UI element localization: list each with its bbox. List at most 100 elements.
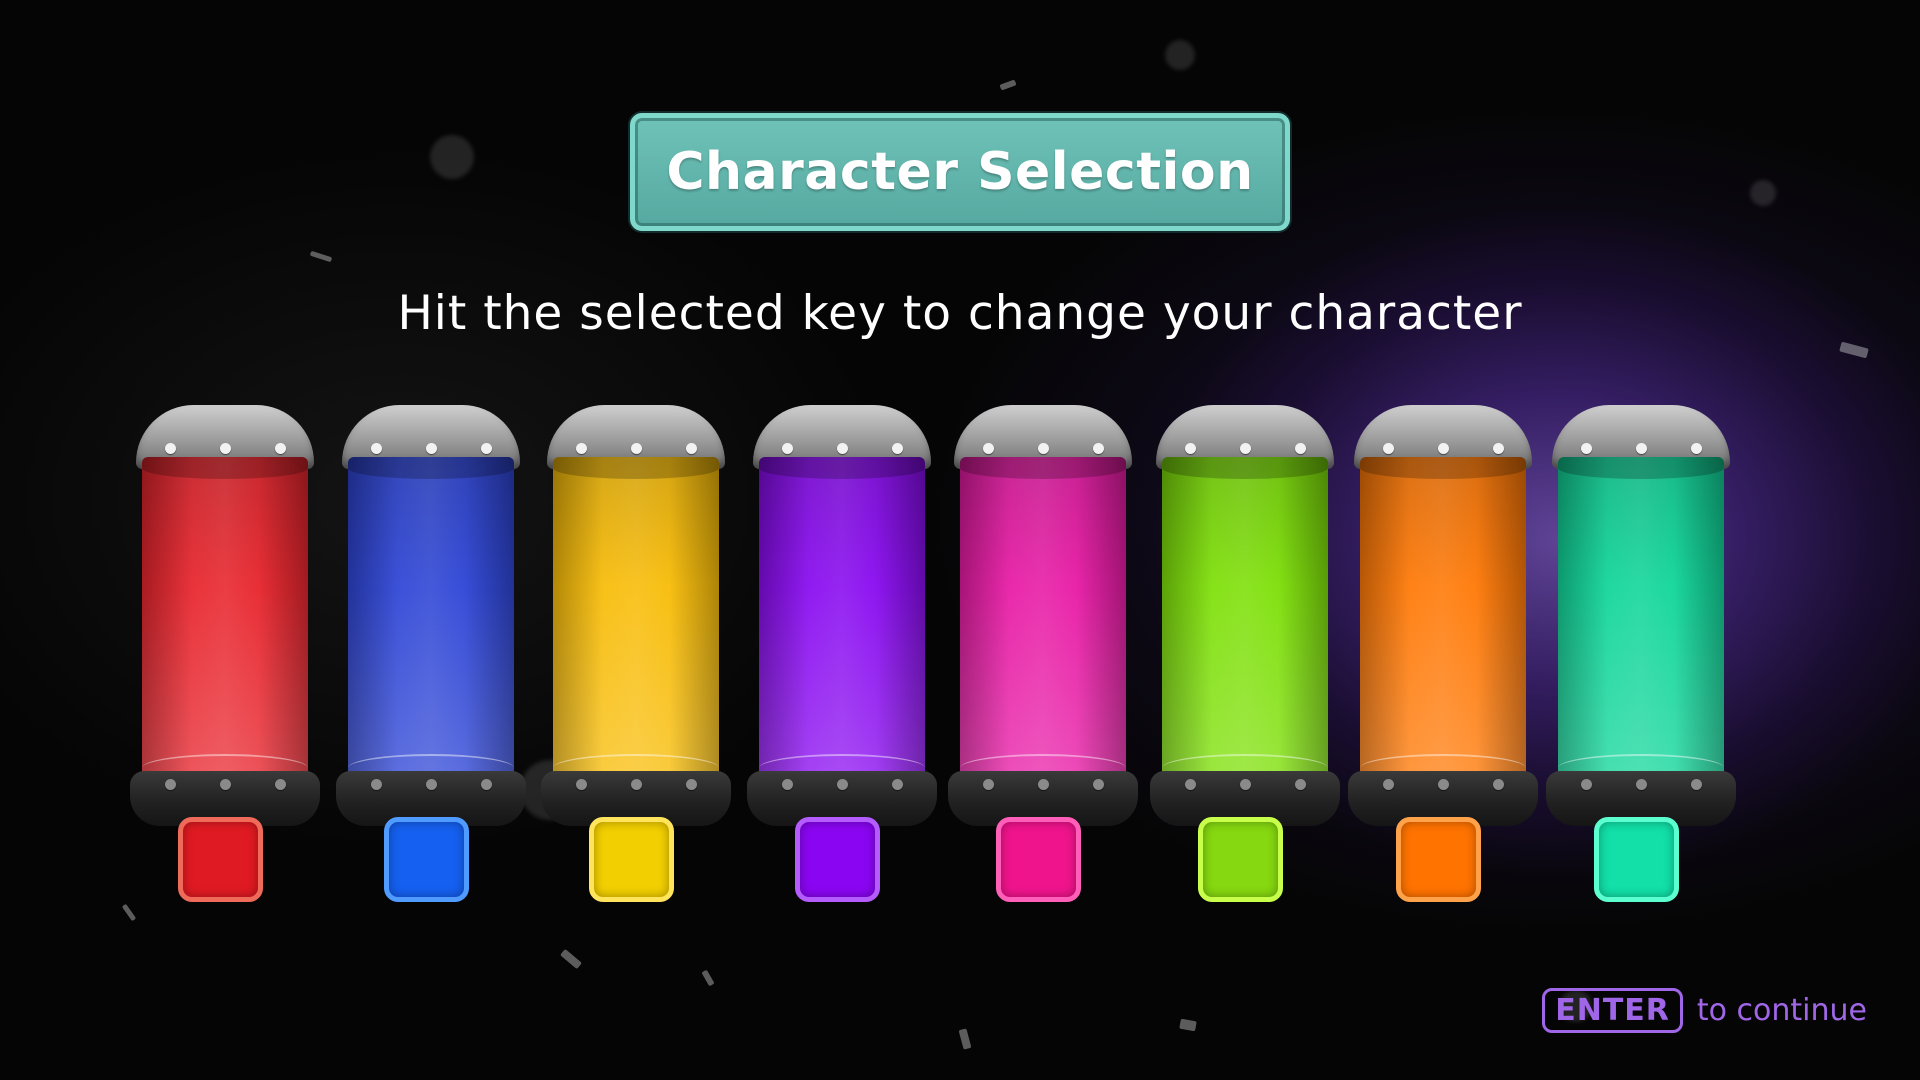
select-key-yellow[interactable] xyxy=(589,817,674,902)
pod-base-rivets xyxy=(948,779,1138,790)
rivet xyxy=(1184,779,1196,790)
pod-top-rivets xyxy=(948,443,1138,454)
rivet xyxy=(164,443,176,454)
background-particle xyxy=(1750,180,1776,206)
pod-base-rivets xyxy=(1150,779,1340,790)
pod-top-rivets xyxy=(1546,443,1736,454)
pod-base-rivets xyxy=(1348,779,1538,790)
rivet xyxy=(1690,443,1702,454)
continue-text: to continue xyxy=(1696,993,1867,1028)
background-particle xyxy=(430,135,474,179)
rivet xyxy=(1382,779,1394,790)
character-pod-lime[interactable] xyxy=(1150,405,1340,905)
rivet xyxy=(1580,779,1592,790)
pod-tube-magenta xyxy=(960,457,1126,782)
rivet xyxy=(1437,779,1449,790)
rivet xyxy=(1294,443,1306,454)
rivet xyxy=(575,779,587,790)
rivet xyxy=(630,443,642,454)
pod-top-rivets xyxy=(747,443,937,454)
background-shard xyxy=(309,250,333,263)
rivet xyxy=(219,779,231,790)
rivet xyxy=(982,779,994,790)
rivet xyxy=(1635,443,1647,454)
pod-tube-lime xyxy=(1162,457,1328,782)
select-key-purple[interactable] xyxy=(795,817,880,902)
pod-top-rivets xyxy=(541,443,731,454)
rivet xyxy=(1037,779,1049,790)
rivet xyxy=(1492,779,1504,790)
background-shard xyxy=(999,79,1017,91)
rivet xyxy=(891,779,903,790)
pod-base-rivets xyxy=(541,779,731,790)
instruction-text: Hit the selected key to change your char… xyxy=(397,286,1523,341)
select-key-red[interactable] xyxy=(178,817,263,902)
enter-key-badge[interactable]: ENTER xyxy=(1542,988,1683,1033)
pod-base-rivets xyxy=(130,779,320,790)
rivet xyxy=(480,779,492,790)
rivet xyxy=(891,443,903,454)
background-shard xyxy=(560,948,582,970)
pod-top-rivets xyxy=(336,443,526,454)
rivet xyxy=(1184,443,1196,454)
rivet xyxy=(1092,443,1104,454)
rivet xyxy=(164,779,176,790)
select-key-magenta[interactable] xyxy=(996,817,1081,902)
rivet xyxy=(425,443,437,454)
select-key-orange[interactable] xyxy=(1396,817,1481,902)
pod-base-rivets xyxy=(336,779,526,790)
rivet xyxy=(274,443,286,454)
character-pod-yellow[interactable] xyxy=(541,405,731,905)
rivet xyxy=(425,779,437,790)
background-shard xyxy=(121,903,137,922)
pod-tube-purple xyxy=(759,457,925,782)
rivet xyxy=(370,779,382,790)
character-pod-magenta[interactable] xyxy=(948,405,1138,905)
pod-base-rivets xyxy=(1546,779,1736,790)
game-screen: Character Selection Hit the selected key… xyxy=(0,0,1920,1080)
title-banner: Character Selection xyxy=(630,113,1290,231)
rivet xyxy=(1037,443,1049,454)
character-pod-teal[interactable] xyxy=(1546,405,1736,905)
rivet xyxy=(1382,443,1394,454)
rivet xyxy=(1239,443,1251,454)
continue-hint: ENTER to continue xyxy=(1542,988,1867,1033)
pod-tube-orange xyxy=(1360,457,1526,782)
pod-tube-red xyxy=(142,457,308,782)
rivet xyxy=(1492,443,1504,454)
rivet xyxy=(1580,443,1592,454)
rivet xyxy=(982,443,994,454)
rivet xyxy=(836,779,848,790)
select-key-blue[interactable] xyxy=(384,817,469,902)
rivet xyxy=(1437,443,1449,454)
background-shard xyxy=(1179,1018,1197,1032)
background-shard xyxy=(1839,341,1869,359)
rivet xyxy=(480,443,492,454)
rivet xyxy=(836,443,848,454)
character-pod-orange[interactable] xyxy=(1348,405,1538,905)
select-key-teal[interactable] xyxy=(1594,817,1679,902)
rivet xyxy=(630,779,642,790)
rivet xyxy=(1690,779,1702,790)
rivet xyxy=(1635,779,1647,790)
pod-top-rivets xyxy=(130,443,320,454)
background-shard xyxy=(958,1028,972,1050)
rivet xyxy=(1294,779,1306,790)
rivet xyxy=(1092,779,1104,790)
character-pod-red[interactable] xyxy=(130,405,320,905)
pod-top-rivets xyxy=(1150,443,1340,454)
rivet xyxy=(781,443,793,454)
character-pod-purple[interactable] xyxy=(747,405,937,905)
character-pod-blue[interactable] xyxy=(336,405,526,905)
rivet xyxy=(781,779,793,790)
rivet xyxy=(575,443,587,454)
pod-tube-blue xyxy=(348,457,514,782)
select-key-lime[interactable] xyxy=(1198,817,1283,902)
rivet xyxy=(219,443,231,454)
rivet xyxy=(685,779,697,790)
page-title: Character Selection xyxy=(666,142,1254,202)
background-particle xyxy=(1165,40,1195,70)
rivet xyxy=(685,443,697,454)
pod-top-rivets xyxy=(1348,443,1538,454)
background-shard xyxy=(701,969,715,987)
